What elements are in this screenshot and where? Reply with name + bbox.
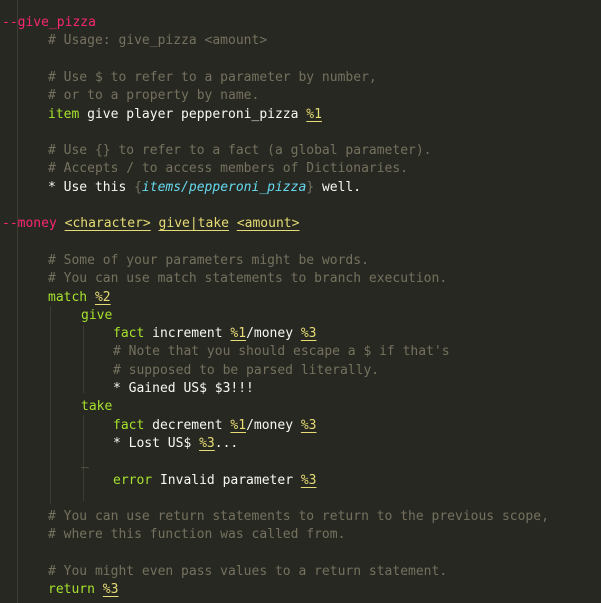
- keyword: fact: [113, 417, 145, 433]
- code-line: # You can use return statements to retur…: [48, 508, 549, 526]
- code-comment: # Use $ to refer to a parameter by numbe…: [48, 69, 377, 85]
- code-line: # You might even pass values to a return…: [48, 563, 447, 581]
- parameter: %3: [300, 417, 317, 433]
- code-comment: # Use {} to refer to a fact (a global pa…: [48, 143, 432, 159]
- code-line: --money <character> give|take <amount>: [2, 215, 299, 233]
- code-line: # supposed to be parsed literally.: [113, 362, 379, 380]
- parameter: %3: [199, 435, 215, 451]
- code-text: Invalid parameter: [152, 472, 301, 488]
- code-line: # Note that you should escape a $ if tha…: [113, 343, 450, 361]
- code-editor[interactable]: --give_pizza # Usage: give_pizza <amount>…: [0, 0, 601, 603]
- keyword: give: [81, 307, 113, 323]
- code-line: # Use $ to refer to a parameter by numbe…: [48, 69, 377, 87]
- code-line: give: [81, 307, 112, 325]
- keyword: take: [81, 399, 113, 415]
- code-text: increment: [144, 326, 231, 342]
- brace: }: [306, 179, 315, 195]
- code-text: * Lost US$: [113, 435, 200, 451]
- code-line: fact increment %1/money %3: [113, 325, 317, 343]
- code-line: return %3: [48, 581, 118, 599]
- code-line: # or to a property by name.: [48, 87, 259, 105]
- code-line: * Gained US$ $3!!!: [113, 380, 254, 398]
- section-header: --give_pizza: [2, 15, 96, 30]
- code-text: * Use this: [48, 179, 135, 195]
- brace: {: [134, 179, 142, 195]
- code-line: _: [81, 453, 89, 471]
- code-line: # where this function was called from.: [48, 526, 345, 544]
- indent-guide: [83, 325, 84, 393]
- indent-guide: [50, 306, 51, 504]
- parameter: %3: [300, 472, 317, 488]
- code-line: --give_pizza: [2, 14, 96, 32]
- code-text: ...: [214, 435, 239, 451]
- parameter: %1: [230, 326, 247, 342]
- code-comment: # Note that you should escape a $ if tha…: [113, 344, 450, 360]
- code-comment: # supposed to be parsed literally.: [113, 362, 380, 378]
- keyword: match: [48, 289, 88, 305]
- code-comment: # or to a property by name.: [48, 88, 260, 104]
- code-comment: # where this function was called from.: [48, 527, 346, 543]
- parameter: %2: [94, 289, 111, 305]
- code-comment: # You can use return statements to retur…: [48, 509, 549, 525]
- code-line: item give player pepperoni_pizza %1: [48, 106, 322, 124]
- keyword: fact: [113, 326, 145, 342]
- parameter: <character>: [64, 216, 151, 232]
- default-branch: _: [81, 454, 89, 470]
- code-line: # Some of your parameters might be words…: [48, 252, 369, 270]
- code-comment: # Usage: give_pizza <amount>: [48, 33, 268, 49]
- code-line: # Use {} to refer to a fact (a global pa…: [48, 142, 432, 160]
- section-header: --money: [2, 216, 57, 232]
- code-text: well.: [314, 179, 362, 195]
- keyword: return: [48, 582, 95, 598]
- code-text: * Gained US$ $3!!!: [113, 381, 254, 396]
- code-text: /money: [246, 417, 301, 433]
- fact-reference: items/pepperoni_pizza: [141, 179, 307, 195]
- keyword: item: [48, 106, 80, 122]
- code-line: take: [81, 398, 112, 416]
- parameter: give|take: [158, 216, 229, 232]
- parameter: %1: [306, 106, 322, 122]
- code-line: # You can use match statements to branch…: [48, 270, 447, 288]
- code-comment: # You might even pass values to a return…: [48, 564, 448, 579]
- code-line: fact decrement %1/money %3: [113, 417, 317, 435]
- code-line: error Invalid parameter %3: [113, 472, 317, 490]
- keyword: error: [113, 472, 153, 488]
- code-line: * Lost US$ %3...: [113, 435, 238, 453]
- parameter: <amount>: [236, 216, 300, 232]
- code-text: /money: [246, 326, 301, 342]
- indent-guide: [17, 0, 18, 603]
- code-line: # Accepts / to access members of Diction…: [48, 160, 408, 178]
- code-line: match %2: [48, 289, 111, 307]
- code-comment: # Accepts / to access members of Diction…: [48, 161, 409, 177]
- code-line: # Usage: give_pizza <amount>: [48, 32, 267, 50]
- code-comment: # Some of your parameters might be words…: [48, 252, 369, 268]
- code-comment: # You can use match statements to branch…: [48, 271, 448, 287]
- code-text: give player pepperoni_pizza: [79, 106, 307, 122]
- parameter: %1: [230, 417, 247, 433]
- parameter: %3: [300, 326, 317, 342]
- code-line: * Use this {items/pepperoni_pizza} well.: [48, 179, 361, 197]
- code-text: decrement: [144, 417, 231, 433]
- parameter: %3: [102, 582, 119, 598]
